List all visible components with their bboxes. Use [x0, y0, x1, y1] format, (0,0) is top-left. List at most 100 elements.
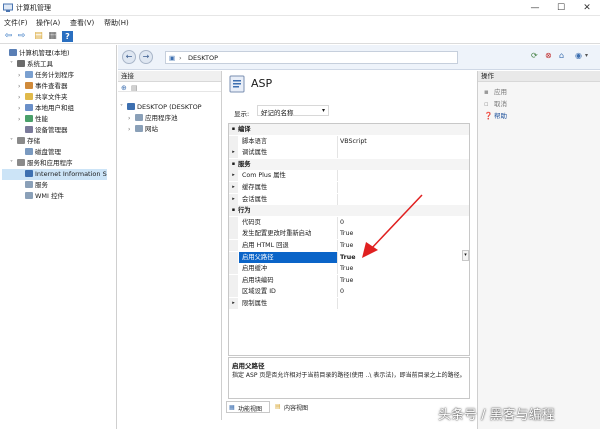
- grid-gutter: [229, 216, 238, 228]
- tree-item[interactable]: ˅ 服务和应用程序: [2, 158, 107, 169]
- window-title: 计算机管理: [16, 4, 51, 12]
- column-divider: [337, 251, 338, 263]
- column-divider: [337, 240, 338, 251]
- property-value[interactable]: VBScript: [340, 136, 367, 147]
- expander-icon[interactable]: ▸: [229, 298, 238, 309]
- column-divider: [337, 193, 338, 205]
- property-value[interactable]: True: [340, 275, 353, 286]
- tree-item[interactable]: › 性能: [2, 114, 107, 125]
- expander-icon[interactable]: ▸: [229, 170, 238, 182]
- menu-file[interactable]: 文件(F): [4, 18, 28, 28]
- grid-property-row[interactable]: 脚本语言 VBScript: [229, 135, 469, 147]
- stop-icon[interactable]: ⊗: [545, 51, 552, 60]
- address-desktop[interactable]: DESKTOP: [188, 54, 218, 62]
- property-value[interactable]: 0: [340, 286, 344, 297]
- tree-item[interactable]: ˅ 系统工具: [2, 59, 107, 70]
- tab-content-label: 内容视图: [284, 405, 309, 412]
- tree-expander-icon[interactable]: ›: [18, 114, 25, 125]
- grid-category[interactable]: ▪ 服务: [229, 158, 469, 170]
- tree-item-label: WMI 控件: [35, 192, 65, 200]
- chevron-down-icon[interactable]: ▾: [585, 52, 588, 59]
- tree-expander-icon[interactable]: ›: [18, 103, 25, 114]
- tree-item-label: 服务和应用程序: [27, 159, 73, 167]
- breadcrumb-arrow-icon: ›: [179, 54, 182, 62]
- grid-gutter: [229, 263, 238, 275]
- grid-property-row[interactable]: ▸ 限制属性: [229, 298, 469, 309]
- tree-item[interactable]: › 任务计划程序: [2, 70, 107, 81]
- tree-item[interactable]: 磁盘管理: [2, 147, 107, 158]
- connect-icon[interactable]: ⊕: [121, 84, 127, 92]
- action-label: 取消: [494, 100, 507, 108]
- action-cancel[interactable]: ▫ 取消: [478, 98, 600, 110]
- action-help[interactable]: ❓帮助: [478, 110, 600, 122]
- refresh-icon[interactable]: ⟳: [531, 51, 538, 60]
- tree-item[interactable]: › 共享文件夹: [2, 92, 107, 103]
- grid-property-row[interactable]: ▸ 调试属性: [229, 147, 469, 159]
- tree-expander-icon[interactable]: ›: [18, 70, 25, 81]
- tree-item[interactable]: 计算机管理(本地): [2, 48, 107, 59]
- nav-back-icon[interactable]: ←: [122, 50, 136, 64]
- connection-node[interactable]: › 网站: [120, 124, 202, 135]
- property-name: 编译: [238, 126, 251, 133]
- connection-node[interactable]: › 应用程序池: [120, 113, 202, 124]
- address-bar[interactable]: ▣ › DESKTOP: [165, 51, 458, 64]
- menu-help[interactable]: 帮助(H): [104, 18, 129, 28]
- title-bar: 计算机管理 — ☐ ✕: [0, 0, 600, 16]
- save-icon[interactable]: ▤: [131, 84, 138, 92]
- property-name: 会话属性: [242, 195, 268, 203]
- grid-category[interactable]: ▪ 编译: [229, 124, 469, 135]
- tab-features-view[interactable]: ▦ 功能视图: [226, 401, 270, 413]
- features-view-icon: ▦: [229, 404, 235, 411]
- grid-property-row[interactable]: 区域设置 ID 0: [229, 286, 469, 298]
- tree-item[interactable]: Internet Information S: [2, 169, 107, 180]
- tree-expander-icon[interactable]: ˅: [120, 102, 127, 113]
- expander-icon[interactable]: ▸: [229, 147, 238, 159]
- tree-item[interactable]: › 本地用户和组: [2, 103, 107, 114]
- display-select[interactable]: 好记的名称 ▾: [257, 105, 329, 117]
- forward-icon[interactable]: ⇨: [16, 31, 27, 42]
- grid-property-row[interactable]: 启用块编码 True: [229, 274, 469, 286]
- home-icon[interactable]: ⌂: [559, 51, 564, 60]
- tree-item-label: 设备管理器: [35, 126, 68, 134]
- grid-property-row[interactable]: ▸ Com Plus 属性: [229, 170, 469, 182]
- nav-forward-icon[interactable]: →: [139, 50, 153, 64]
- close-button[interactable]: ✕: [574, 0, 600, 16]
- tree-item-label: 存储: [27, 137, 40, 145]
- tree-item-label: Internet Information S: [35, 170, 107, 178]
- tree-item-label: 磁盘管理: [35, 148, 61, 156]
- expander-icon[interactable]: ▪: [229, 205, 238, 217]
- tree-expander-icon[interactable]: ›: [128, 113, 135, 124]
- tree-item[interactable]: WMI 控件: [2, 191, 107, 202]
- action-apply[interactable]: ▪ 应用: [478, 86, 600, 98]
- tree-item[interactable]: › 事件查看器: [2, 81, 107, 92]
- tree-expander-icon[interactable]: ›: [18, 92, 25, 103]
- maximize-button[interactable]: ☐: [548, 0, 574, 16]
- tab-content-view[interactable]: ▤ 内容视图: [273, 401, 317, 413]
- help-icon[interactable]: ?: [62, 31, 73, 42]
- tree-node-icon: [17, 159, 25, 166]
- tree-expander-icon[interactable]: ›: [128, 124, 135, 135]
- expander-icon[interactable]: ▸: [229, 182, 238, 193]
- tree-item-label: 系统工具: [27, 60, 53, 68]
- tree-item-label: 事件查看器: [35, 82, 68, 90]
- tree-expander-icon[interactable]: ˅: [10, 158, 17, 169]
- value-dropdown-icon[interactable]: ▾: [462, 250, 469, 261]
- folder-up-icon[interactable]: ▤: [33, 31, 44, 42]
- tree-item[interactable]: ˅ 存储: [2, 136, 107, 147]
- column-divider: [337, 216, 338, 228]
- expander-icon[interactable]: ▪: [229, 124, 238, 135]
- tree-expander-icon[interactable]: ›: [18, 81, 25, 92]
- menu-view[interactable]: 查看(V): [70, 18, 94, 28]
- tree-expander-icon[interactable]: ˅: [10, 136, 17, 147]
- iis-help-icon[interactable]: ◉: [575, 51, 582, 60]
- connection-node[interactable]: ˅ DESKTOP (DESKTOP: [120, 102, 202, 113]
- expander-icon[interactable]: ▸: [229, 193, 238, 205]
- tree-item[interactable]: 服务: [2, 180, 107, 191]
- tree-item[interactable]: 设备管理器: [2, 125, 107, 136]
- back-icon[interactable]: ⇦: [3, 31, 14, 42]
- minimize-button[interactable]: —: [522, 0, 548, 16]
- tree-expander-icon[interactable]: ˅: [10, 59, 17, 70]
- menu-action[interactable]: 操作(A): [36, 18, 60, 28]
- show-hide-tree-icon[interactable]: ▦: [47, 31, 58, 42]
- expander-icon[interactable]: ▪: [229, 158, 238, 170]
